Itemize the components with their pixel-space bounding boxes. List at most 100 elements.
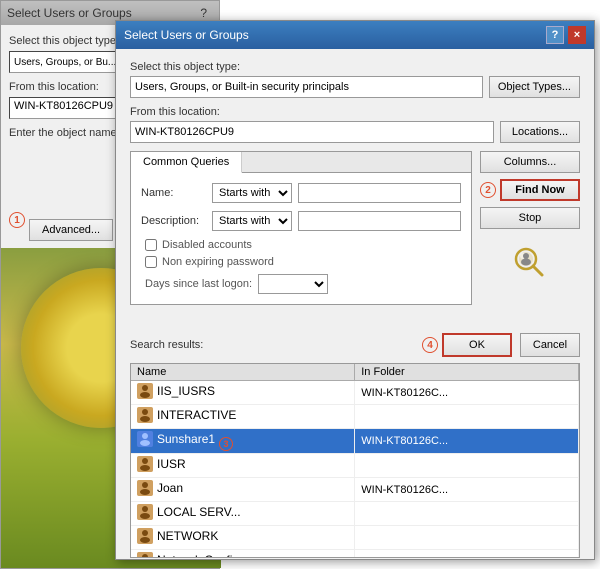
row-name-cell: NETWORK <box>131 526 355 550</box>
row-name-text: IIS_IUSRS <box>157 384 215 398</box>
row-folder-cell: WIN-KT80126C... <box>355 550 579 559</box>
object-type-label: Select this object type: <box>130 61 580 73</box>
user-avatar-icon <box>137 480 153 496</box>
table-row[interactable]: IUSR <box>131 454 579 478</box>
row-name-text: LOCAL SERV... <box>157 505 241 519</box>
stop-button[interactable]: Stop <box>480 207 580 229</box>
row-name-text: Sunshare1 <box>157 432 215 446</box>
object-type-field[interactable] <box>130 76 483 98</box>
disabled-accounts-label: Disabled accounts <box>162 239 252 251</box>
non-expiring-label: Non expiring password <box>162 256 274 268</box>
logon-row: Days since last logon: 30 60 90 <box>141 274 461 294</box>
from-location-row: Locations... <box>130 121 580 143</box>
bg-dialog-help[interactable]: ? <box>200 6 207 20</box>
disabled-accounts-checkbox[interactable] <box>145 239 157 251</box>
row-name-cell: Sunshare13 <box>131 429 355 454</box>
description-query-label: Description: <box>141 215 206 227</box>
row-name-text: IUSR <box>157 457 186 471</box>
user-icon: INTERACTIVE <box>137 407 236 423</box>
row-name-cell: INTERACTIVE <box>131 405 355 429</box>
search-icon-area <box>480 245 580 281</box>
user-avatar-icon <box>137 456 153 472</box>
row-name-cell: LOCAL SERV... <box>131 502 355 526</box>
ok-cancel-group: 4 OK Cancel <box>422 333 580 357</box>
table-row[interactable]: INTERACTIVE <box>131 405 579 429</box>
non-expiring-checkbox[interactable] <box>145 256 157 268</box>
tab-section: Common Queries Name: Starts with Is exac… <box>130 151 472 315</box>
row-name-cell: IUSR <box>131 454 355 478</box>
search-results-label: Search results: <box>130 339 203 351</box>
main-dialog-titlebar: Select Users or Groups ? × <box>116 21 594 49</box>
user-icon: IUSR <box>137 456 186 472</box>
table-row[interactable]: Joan WIN-KT80126C... <box>131 478 579 502</box>
step-2-indicator: 2 <box>480 182 496 198</box>
results-table-container: Name In Folder IIS_IUSRSWIN-KT80126C...I… <box>130 363 580 558</box>
user-icon: NETWORK <box>137 528 218 544</box>
object-type-row: Object Types... <box>130 76 580 98</box>
user-avatar-icon <box>137 431 153 447</box>
user-icon: LOCAL SERV... <box>137 504 241 520</box>
from-location-label: From this location: <box>130 106 580 118</box>
main-dialog-title: Select Users or Groups <box>124 28 249 42</box>
user-avatar-icon <box>137 552 153 558</box>
name-condition-select[interactable]: Starts with Is exactly Ends with <box>212 183 292 203</box>
help-button[interactable]: ? <box>546 26 564 44</box>
row-folder-cell <box>355 405 579 429</box>
bg-dialog-title: Select Users or Groups <box>7 6 132 20</box>
row-name-cell: Joan <box>131 478 355 502</box>
row-folder-cell: WIN-KT80126C... <box>355 478 579 502</box>
col-header-folder[interactable]: In Folder <box>355 364 579 381</box>
row-name-cell: Network Confi... <box>131 550 355 559</box>
right-button-column: Columns... 2 Find Now Stop <box>480 151 580 315</box>
close-button[interactable]: × <box>568 26 586 44</box>
description-query-input[interactable] <box>298 211 461 231</box>
dialog-body: Select this object type: Object Types...… <box>116 49 594 327</box>
main-content-row: Common Queries Name: Starts with Is exac… <box>130 151 580 315</box>
location-field[interactable] <box>130 121 494 143</box>
user-icon: Joan <box>137 480 183 496</box>
ok-button[interactable]: OK <box>442 333 512 357</box>
col-header-name[interactable]: Name <box>131 364 355 381</box>
table-row[interactable]: Network Confi... WIN-KT80126C... <box>131 550 579 559</box>
step-4-indicator: 4 <box>422 337 438 353</box>
table-row[interactable]: LOCAL SERV... <box>131 502 579 526</box>
step-1-indicator: 1 <box>9 212 25 228</box>
table-row[interactable]: IIS_IUSRS WIN-KT80126C... <box>131 381 579 405</box>
logon-label: Days since last logon: <box>145 278 252 290</box>
cancel-button[interactable]: Cancel <box>520 333 580 357</box>
row-name-text: NETWORK <box>157 529 218 543</box>
row-name-text: INTERACTIVE <box>157 408 236 422</box>
user-avatar-icon <box>137 407 153 423</box>
non-expiring-row: Non expiring password <box>141 256 461 268</box>
description-query-row: Description: Starts with Is exactly <box>141 211 461 231</box>
find-now-button[interactable]: Find Now <box>500 179 580 201</box>
magnifier-icon <box>512 245 548 281</box>
row-name-text: Network Confi... <box>157 553 242 558</box>
row-folder-cell: WIN-KT80126C... <box>355 381 579 405</box>
name-query-input[interactable] <box>298 183 461 203</box>
user-icon: Sunshare1 <box>137 431 215 447</box>
tab-common-queries[interactable]: Common Queries <box>131 152 242 173</box>
row-folder-cell <box>355 454 579 478</box>
table-row[interactable]: Sunshare13WIN-KT80126C... <box>131 429 579 454</box>
title-left: Select Users or Groups <box>124 28 249 42</box>
columns-button[interactable]: Columns... <box>480 151 580 173</box>
locations-button[interactable]: Locations... <box>500 121 580 143</box>
results-table: Name In Folder IIS_IUSRSWIN-KT80126C...I… <box>131 364 579 558</box>
row-folder-cell: WIN-KT80126C... <box>355 429 579 454</box>
table-row[interactable]: NETWORK <box>131 526 579 550</box>
logon-days-select[interactable]: 30 60 90 <box>258 274 328 294</box>
user-avatar-icon <box>137 504 153 520</box>
bottom-bar: Search results: 4 OK Cancel <box>116 327 594 363</box>
main-dialog: Select Users or Groups ? × Select this o… <box>115 20 595 560</box>
advanced-button[interactable]: Advanced... <box>29 219 113 241</box>
name-query-label: Name: <box>141 187 206 199</box>
object-types-button[interactable]: Object Types... <box>489 76 580 98</box>
row-folder-cell <box>355 502 579 526</box>
title-controls: ? × <box>546 26 586 44</box>
row-folder-cell <box>355 526 579 550</box>
user-avatar-icon <box>137 528 153 544</box>
user-icon: Network Confi... <box>137 552 242 558</box>
tab-header: Common Queries <box>131 152 471 173</box>
description-condition-select[interactable]: Starts with Is exactly <box>212 211 292 231</box>
